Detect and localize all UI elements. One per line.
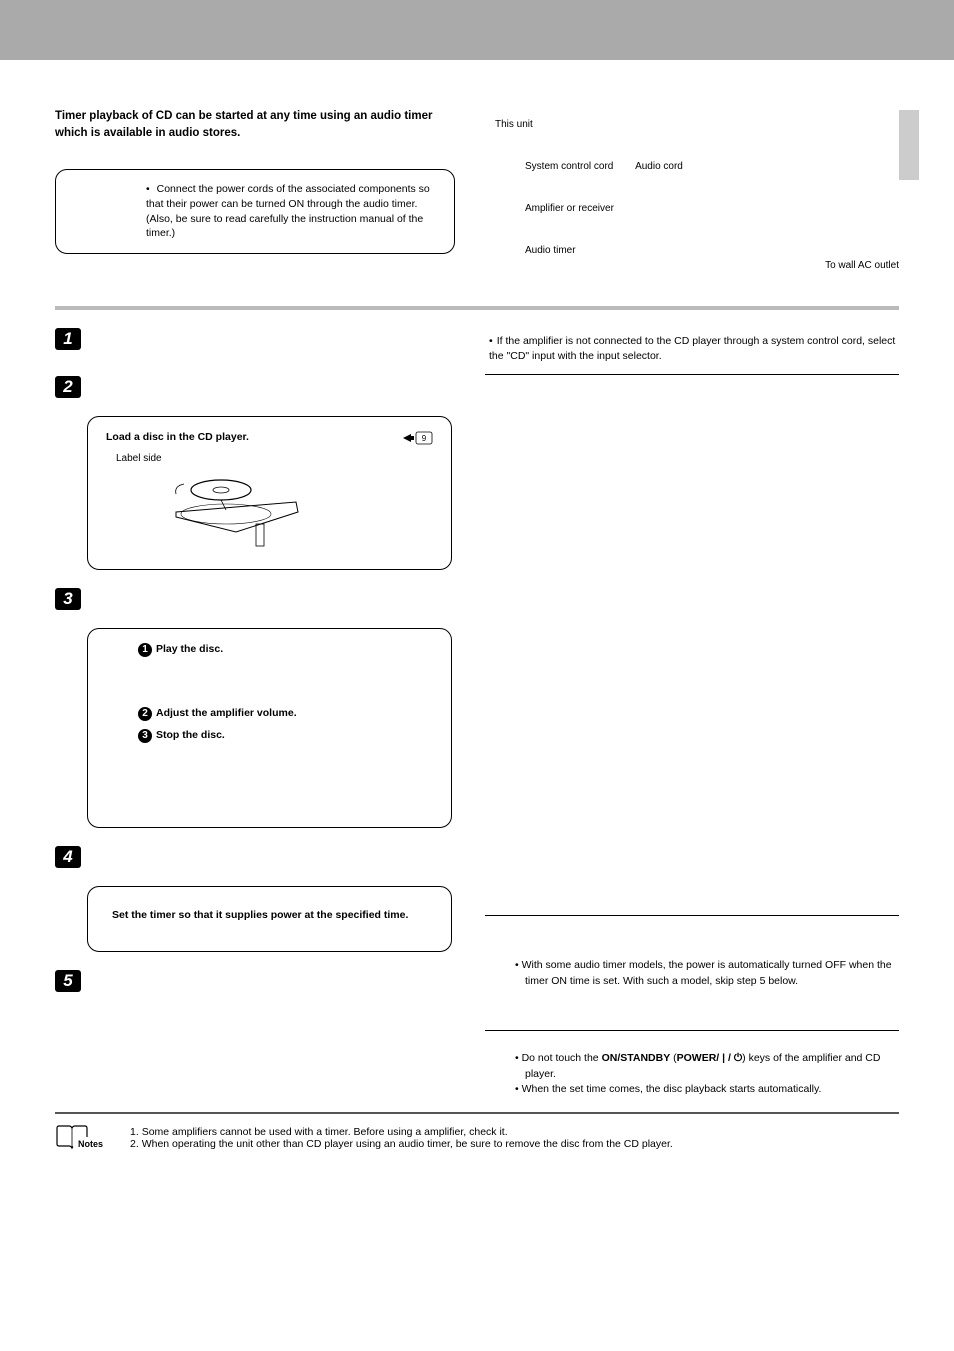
page-content: Timer playback of CD can be started at a… (0, 68, 954, 1183)
connect-line2: (Also, be sure to read carefully the ins… (146, 213, 423, 240)
header-banner (0, 0, 954, 60)
step-1-icon: 1 (55, 328, 81, 350)
step-3b: Adjust the amplifier volume. (156, 707, 297, 719)
step-3-box: 1 Play the disc. 2 Adjust the amplifier vo… (87, 628, 452, 828)
footer-note-2: 2. When operating the unit other than CD… (130, 1138, 673, 1150)
power-icon: | / ⏻ (719, 1052, 742, 1064)
standby-b: ON/STANDBY (602, 1052, 671, 1064)
step-4-icon: 4 (55, 846, 81, 868)
connect-box: Connect the power cords of the associate… (55, 169, 455, 254)
standby-a: Do not touch the (522, 1052, 602, 1064)
step-4-box: Set the timer so that it supplies power … (87, 886, 452, 952)
standby-d: POWER/ (677, 1052, 720, 1064)
standby-note-box: • Do not touch the ON/STANDBY (POWER/ | … (515, 1051, 899, 1098)
step-3a: Play the disc. (156, 643, 223, 655)
amp-note: If the amplifier is not connected to the… (485, 334, 899, 364)
diagram-timer: Audio timer (525, 245, 576, 256)
step-4-text: Set the timer so that it supplies power … (112, 909, 408, 921)
step-3c: Stop the disc. (156, 729, 225, 741)
side-tab (899, 110, 919, 180)
diagram-amp: Amplifier or receiver (525, 203, 614, 214)
sub-2-icon: 2 (138, 707, 152, 721)
step-5-icon: 5 (55, 970, 81, 992)
page-ref-icon: 9 (403, 431, 433, 448)
diagram-sys-cord: System control cord (525, 161, 613, 172)
diagram-to-wall: To wall AC outlet (825, 260, 899, 271)
step-2-text: Load a disc in the CD player. (106, 431, 249, 443)
connect-line1: Connect the power cords of the associate… (146, 183, 430, 210)
label-side: Label side (116, 453, 433, 464)
timer-note-box: • With some audio timer models, the powe… (515, 958, 899, 990)
sub-3-icon: 3 (138, 729, 152, 743)
divider (55, 306, 899, 310)
svg-text:9: 9 (422, 434, 427, 443)
diagram-this-unit: This unit (495, 119, 533, 130)
connection-diagram: This unit System control cord Audio cord… (485, 108, 899, 284)
timer-note: With some audio timer models, the power … (522, 959, 892, 987)
disc-illustration (166, 472, 433, 555)
footer-notes: Notes 1. Some amplifiers cannot be used … (55, 1122, 899, 1153)
step-3-icon: 3 (55, 588, 81, 610)
footer-note-1: 1. Some amplifiers cannot be used with a… (130, 1126, 673, 1138)
intro-text: Timer playback of CD can be started at a… (55, 108, 455, 141)
diagram-audio-cord: Audio cord (635, 161, 683, 172)
sub-1-icon: 1 (138, 643, 152, 657)
step-2-box: Load a disc in the CD player. 9 Label si… (87, 416, 452, 570)
standby-final: When the set time comes, the disc playba… (522, 1083, 822, 1095)
footer-divider (55, 1112, 899, 1114)
step-2-icon: 2 (55, 376, 81, 398)
notes-label: Notes (73, 1137, 108, 1151)
